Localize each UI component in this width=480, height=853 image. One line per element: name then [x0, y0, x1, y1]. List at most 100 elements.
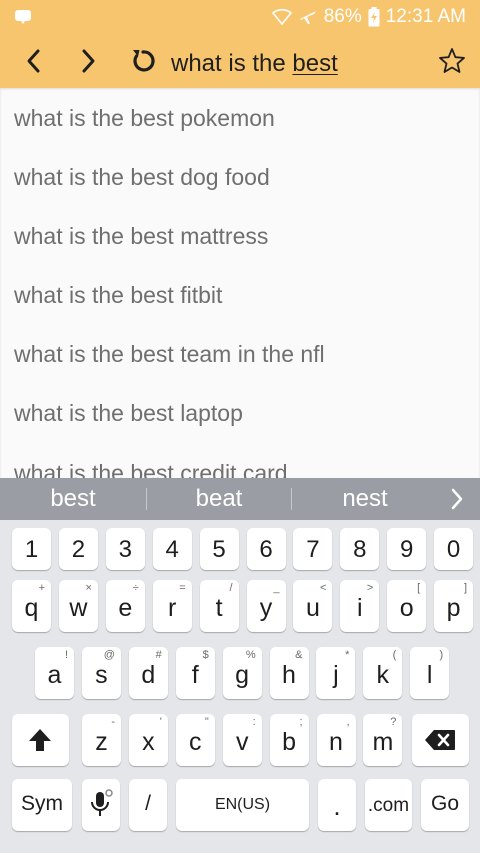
key-r[interactable]: = r	[152, 580, 192, 632]
key-secondary-label: !	[64, 649, 68, 661]
key-2[interactable]: 2	[58, 528, 98, 570]
key-label: t	[215, 594, 223, 622]
address-typed-word: best	[292, 50, 338, 77]
suggestion-item[interactable]: what is the best dog food	[0, 148, 480, 207]
key-g[interactable]: % g	[222, 647, 262, 699]
key-j[interactable]: * j	[316, 647, 356, 699]
key-c[interactable]: " c	[175, 714, 215, 766]
key-7[interactable]: 7	[293, 528, 333, 570]
reload-button[interactable]	[125, 43, 161, 79]
key-9[interactable]: 9	[387, 528, 427, 570]
backspace-icon	[425, 730, 455, 750]
star-outline-icon	[439, 48, 465, 73]
key-k[interactable]: (k	[363, 647, 403, 699]
prediction-best[interactable]: best	[0, 478, 146, 520]
key-label: o	[399, 594, 414, 622]
backspace-key[interactable]	[412, 714, 469, 766]
key-d[interactable]: # d	[128, 647, 168, 699]
key-label: 8	[353, 536, 367, 563]
key-v[interactable]: :v	[222, 714, 262, 766]
period-key[interactable]: .	[318, 779, 356, 831]
key-f[interactable]: $ f	[175, 647, 215, 699]
dotcom-key[interactable]: .com	[365, 779, 412, 831]
key-label: g	[235, 661, 250, 689]
key-secondary-label: )	[439, 649, 444, 661]
suggestion-item[interactable]: what is the best mattress	[0, 207, 480, 266]
key-8[interactable]: 8	[340, 528, 380, 570]
key-label: v	[235, 728, 249, 756]
key-label: 1	[24, 536, 39, 563]
suggestion-item[interactable]: what is the best team in the nfl	[0, 325, 480, 384]
bookmark-button[interactable]	[434, 43, 470, 79]
key-label: r	[168, 594, 177, 622]
key-l[interactable]: ) l	[410, 647, 450, 699]
notification-icon	[15, 10, 31, 24]
key-1[interactable]: 1	[12, 528, 51, 570]
key-p[interactable]: ] p	[434, 580, 474, 632]
key-i[interactable]: > i	[340, 580, 380, 632]
key-u[interactable]: < u	[293, 580, 333, 632]
suggestion-item[interactable]: what is the best laptop	[0, 384, 480, 443]
suggestion-item[interactable]: what is the best fitbit	[0, 266, 480, 325]
slash-key[interactable]: /	[129, 779, 167, 831]
back-button[interactable]	[16, 43, 52, 79]
keyboard: best beat nest 1 2 3 4 5 6 7 8 9 0 + q × w ÷ e = r / t _ y < u >…	[0, 478, 480, 853]
key-label: Go	[430, 792, 459, 815]
space-key[interactable]: EN(US)	[176, 779, 309, 831]
key-4[interactable]: 4	[152, 528, 192, 570]
key-secondary-label: *	[345, 649, 350, 661]
key-a[interactable]: ! a	[35, 647, 74, 699]
battery-charging-icon	[368, 7, 380, 27]
sym-key[interactable]: Sym	[12, 779, 72, 831]
airplane-mode-icon	[299, 11, 316, 24]
key-y[interactable]: _ y	[246, 580, 286, 632]
key-0[interactable]: 0	[434, 528, 474, 570]
key-o[interactable]: [o	[387, 580, 427, 632]
key-label: /	[145, 792, 151, 815]
key-label: 7	[306, 536, 320, 563]
key-e[interactable]: ÷ e	[105, 580, 145, 632]
prediction-expand-button[interactable]	[442, 484, 472, 514]
go-key[interactable]: Go	[421, 779, 469, 831]
key-secondary-label: "	[204, 716, 209, 728]
voice-input-key[interactable]	[82, 779, 120, 831]
key-h[interactable]: & h	[269, 647, 309, 699]
key-label: c	[189, 728, 202, 756]
key-secondary-label: :	[252, 716, 256, 728]
prediction-bar: best beat nest	[0, 478, 480, 520]
key-6[interactable]: 6	[246, 528, 286, 570]
key-secondary-label: ;	[299, 716, 303, 728]
prediction-nest[interactable]: nest	[292, 478, 438, 520]
key-n[interactable]: ,n	[316, 714, 356, 766]
key-secondary-label: ÷	[132, 582, 139, 594]
suggestion-item[interactable]: what is the best pokemon	[0, 89, 480, 148]
key-secondary-label: '	[159, 716, 162, 728]
forward-button[interactable]	[70, 43, 106, 79]
chevron-right-icon	[451, 488, 463, 510]
key-label: d	[141, 661, 156, 689]
key-secondary-label: #	[155, 649, 162, 661]
suggestion-item[interactable]: what is the best credit card	[0, 444, 480, 478]
key-x[interactable]: ' x	[128, 714, 168, 766]
key-b[interactable]: ; b	[269, 714, 309, 766]
key-m[interactable]: ? m	[363, 714, 403, 766]
key-q[interactable]: + q	[12, 580, 51, 632]
chevron-right-icon	[82, 49, 95, 73]
key-secondary-label: @	[103, 649, 115, 661]
key-z[interactable]: -z	[82, 714, 121, 766]
key-3[interactable]: 3	[105, 528, 145, 570]
prediction-beat[interactable]: beat	[147, 478, 291, 520]
key-w[interactable]: × w	[58, 580, 98, 632]
status-bar: 86% 12:31 AM	[0, 0, 480, 34]
key-label: f	[191, 661, 199, 689]
key-label: j	[333, 661, 339, 689]
shift-key[interactable]	[12, 714, 69, 766]
address-bar-input[interactable]: what is the best	[171, 50, 338, 78]
key-label: 2	[71, 536, 86, 563]
clock: 12:31 AM	[385, 6, 466, 27]
key-label: i	[357, 594, 363, 622]
key-5[interactable]: 5	[199, 528, 239, 570]
key-t[interactable]: / t	[199, 580, 239, 632]
key-s[interactable]: @ s	[81, 647, 121, 699]
key-label: EN(US)	[214, 796, 271, 813]
